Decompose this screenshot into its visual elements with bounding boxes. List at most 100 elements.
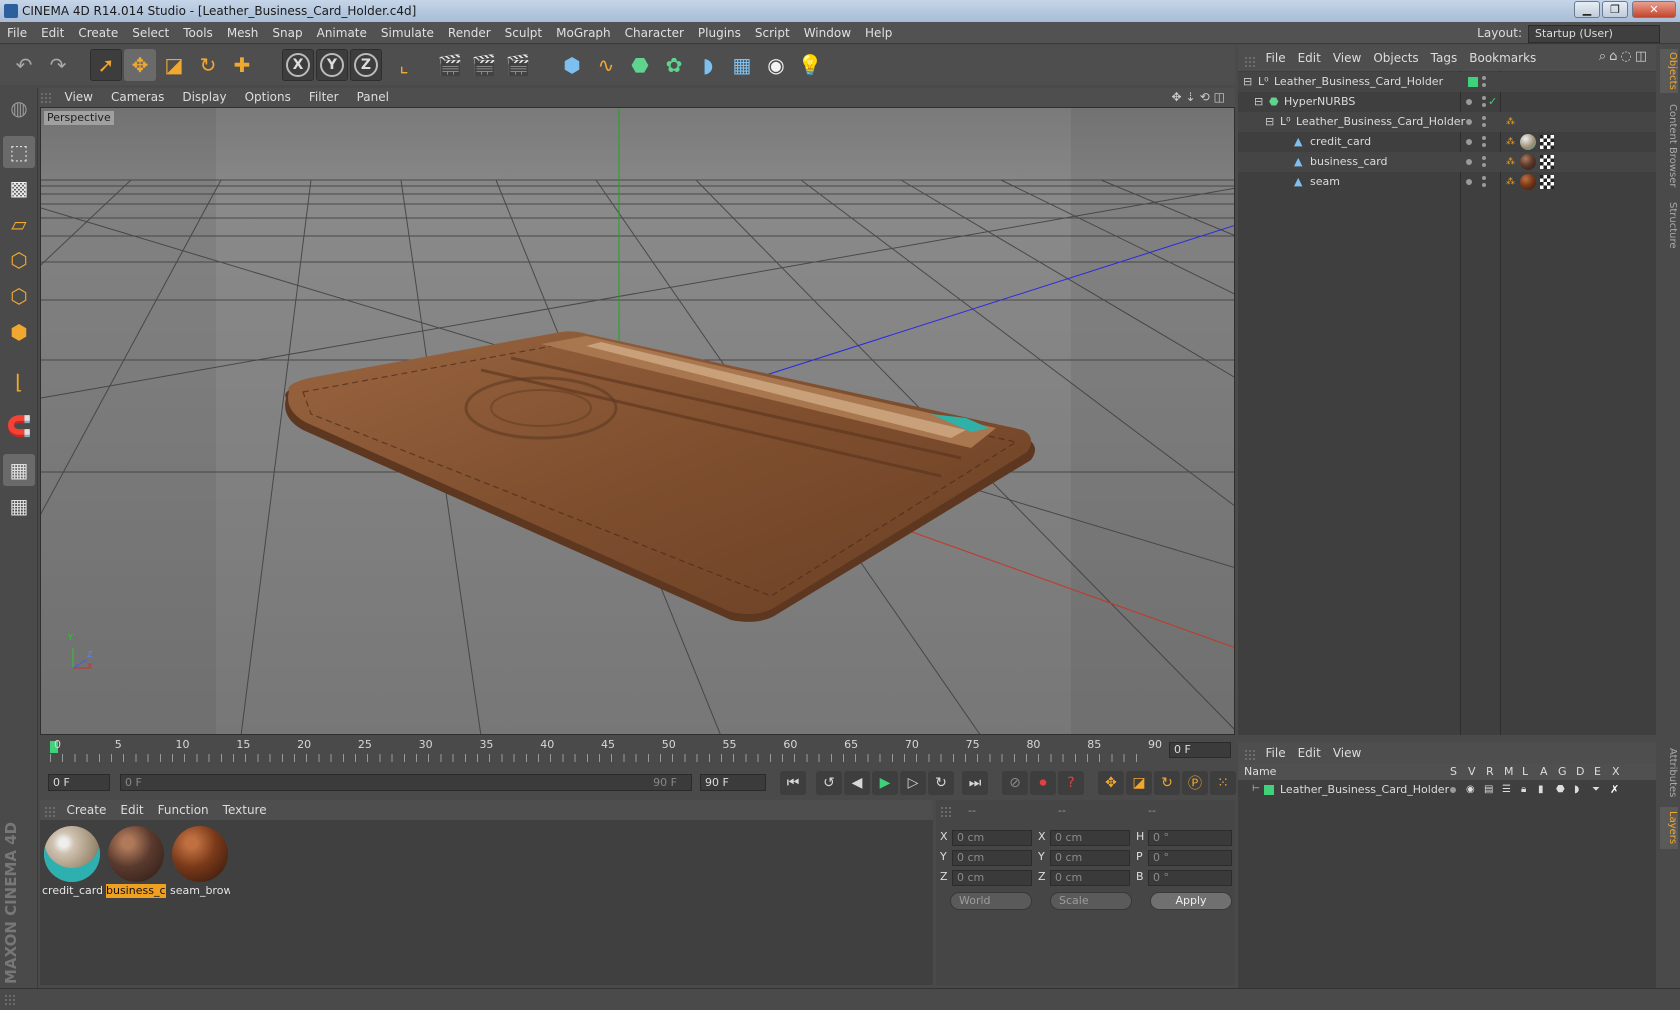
object-panel-grip[interactable]: [1244, 56, 1256, 68]
layers-menu-file[interactable]: File: [1260, 742, 1292, 764]
editor-visibility-dot[interactable]: [1482, 116, 1486, 120]
object-row[interactable]: ⊟ ⬣ HyperNURBS ✓: [1238, 92, 1656, 112]
uvw-tag-icon[interactable]: [1540, 135, 1554, 149]
keyframe-selection-icon[interactable]: ?: [1058, 771, 1084, 795]
search-icon[interactable]: ⌕: [1599, 49, 1609, 64]
x-axis-lock-icon[interactable]: X: [282, 49, 314, 81]
key-position-icon[interactable]: ✥: [1098, 771, 1124, 795]
layer-manager-icon[interactable]: ☰: [1502, 780, 1511, 800]
key-scale-icon[interactable]: ◪: [1126, 771, 1152, 795]
phong-tag-icon[interactable]: ⁂: [1506, 112, 1515, 132]
material-menu-edit[interactable]: Edit: [113, 800, 150, 820]
rotation-h-field[interactable]: 0 °: [1148, 830, 1232, 846]
menu-character[interactable]: Character: [618, 22, 691, 44]
layer-animation-icon[interactable]: ▮: [1538, 780, 1544, 800]
end-frame-field[interactable]: 90 F: [700, 774, 766, 791]
editor-visibility-dot[interactable]: [1466, 119, 1472, 125]
menu-script[interactable]: Script: [748, 22, 797, 44]
preview-range-slider[interactable]: 0 F 90 F: [120, 774, 692, 791]
render-visibility-dot[interactable]: [1482, 183, 1486, 187]
maximize-button[interactable]: ❐: [1602, 1, 1628, 18]
menu-plugins[interactable]: Plugins: [691, 22, 748, 44]
menu-tools[interactable]: Tools: [176, 22, 220, 44]
render-visibility-dot[interactable]: [1482, 123, 1486, 127]
layer-col-name[interactable]: Name: [1244, 764, 1276, 780]
editor-visibility-dot[interactable]: [1466, 139, 1472, 145]
layer-render-icon[interactable]: ▤: [1484, 780, 1493, 800]
enabled-check-icon[interactable]: ✓: [1488, 92, 1497, 112]
editor-visibility-dot[interactable]: [1482, 96, 1486, 100]
layer-col-expressions[interactable]: E: [1594, 764, 1601, 780]
material-tag-icon[interactable]: [1520, 154, 1536, 170]
layer-generators-icon[interactable]: ⬣: [1556, 780, 1565, 800]
position-x-field[interactable]: 0 cm: [952, 830, 1032, 846]
render-settings-icon[interactable]: 🎬: [502, 49, 534, 81]
layer-col-animation[interactable]: A: [1540, 764, 1548, 780]
objects-menu-objects[interactable]: Objects: [1367, 45, 1424, 71]
rotate-icon[interactable]: ↻: [192, 49, 224, 81]
phong-tag-icon[interactable]: ⁂: [1506, 132, 1515, 152]
render-view-icon[interactable]: 🎬: [434, 49, 466, 81]
start-frame-field[interactable]: 0 F: [48, 774, 110, 791]
deformer-bend-icon[interactable]: ◗: [692, 49, 724, 81]
editor-visibility-dot[interactable]: [1466, 159, 1472, 165]
size-x-field[interactable]: 0 cm: [1050, 830, 1130, 846]
live-selection-icon[interactable]: ➚: [90, 49, 122, 81]
uvw-tag-icon[interactable]: [1540, 155, 1554, 169]
array-cloner-icon[interactable]: ✿: [658, 49, 690, 81]
pan-icon[interactable]: ✥: [1171, 90, 1185, 104]
orbit-icon[interactable]: ⟲: [1200, 90, 1214, 104]
key-rotation-icon[interactable]: ↻: [1154, 771, 1180, 795]
viewport-menu-view[interactable]: View: [56, 88, 102, 107]
objects-menu-bookmarks[interactable]: Bookmarks: [1463, 45, 1542, 71]
objects-menu-view[interactable]: View: [1327, 45, 1367, 71]
menu-mesh[interactable]: Mesh: [220, 22, 266, 44]
scale-icon[interactable]: ◪: [158, 49, 190, 81]
collapse-toggle-icon[interactable]: ⊟: [1265, 115, 1278, 128]
menu-simulate[interactable]: Simulate: [374, 22, 441, 44]
timeline-ruler[interactable]: 0 5 10 15 20 25 30 35 40 45 50 55 60 65 70 75 80 85 90 0 F: [40, 738, 1235, 766]
model-mode-icon[interactable]: ⬚: [3, 136, 35, 168]
layer-col-xref[interactable]: X: [1612, 764, 1620, 780]
material-menu-create[interactable]: Create: [60, 800, 114, 820]
material-menu-texture[interactable]: Texture: [216, 800, 274, 820]
panel-grip[interactable]: [40, 92, 52, 104]
tab-objects[interactable]: Objects: [1660, 49, 1678, 93]
spline-pen-icon[interactable]: ∿: [590, 49, 622, 81]
locked-workplane-icon[interactable]: ▦: [3, 490, 35, 522]
layout-dropdown[interactable]: Startup (User): [1528, 25, 1660, 43]
material-panel-grip[interactable]: [44, 806, 56, 818]
material-business-card[interactable]: business_c: [106, 824, 166, 898]
object-row[interactable]: ▲ seam ⁂: [1238, 172, 1656, 192]
layers-menu-view[interactable]: View: [1327, 742, 1367, 764]
collapse-toggle-icon[interactable]: ⊟: [1254, 95, 1267, 108]
objects-menu-edit[interactable]: Edit: [1292, 45, 1327, 71]
menu-mograph[interactable]: MoGraph: [549, 22, 618, 44]
position-y-field[interactable]: 0 cm: [952, 850, 1032, 866]
scale-dropdown[interactable]: Scale: [1050, 892, 1132, 910]
menu-help[interactable]: Help: [858, 22, 899, 44]
menu-file[interactable]: File: [0, 22, 34, 44]
filter-icon[interactable]: ◌: [1620, 49, 1634, 64]
tab-layers[interactable]: Layers: [1660, 807, 1678, 849]
layer-xref-icon[interactable]: ✗: [1610, 780, 1619, 800]
layer-col-solo[interactable]: S: [1450, 764, 1457, 780]
go-to-end-icon[interactable]: ⏭: [962, 771, 988, 795]
nurbs-generator-icon[interactable]: ⬣: [624, 49, 656, 81]
editor-visibility-dot[interactable]: [1466, 99, 1472, 105]
size-y-field[interactable]: 0 cm: [1050, 850, 1130, 866]
object-row[interactable]: ▲ business_card ⁂: [1238, 152, 1656, 172]
apply-button[interactable]: Apply: [1150, 892, 1232, 910]
zoom-icon[interactable]: ⇣: [1186, 90, 1200, 104]
floor-environment-icon[interactable]: ▦: [726, 49, 758, 81]
menu-create[interactable]: Create: [71, 22, 125, 44]
enable-axis-icon[interactable]: ⌊: [3, 366, 35, 398]
next-keyframe-icon[interactable]: ↻: [928, 771, 954, 795]
workplane-mode-icon[interactable]: ▱: [3, 208, 35, 240]
viewport-menu-panel[interactable]: Panel: [348, 88, 398, 107]
edges-mode-icon[interactable]: ⬡: [3, 280, 35, 312]
objects-menu-tags[interactable]: Tags: [1425, 45, 1464, 71]
new-window-icon[interactable]: ◫: [1635, 49, 1650, 64]
render-picture-viewer-icon[interactable]: 🎬: [468, 49, 500, 81]
object-row[interactable]: ⊟ L⁰ Leather_Business_Card_Holder: [1238, 72, 1656, 92]
